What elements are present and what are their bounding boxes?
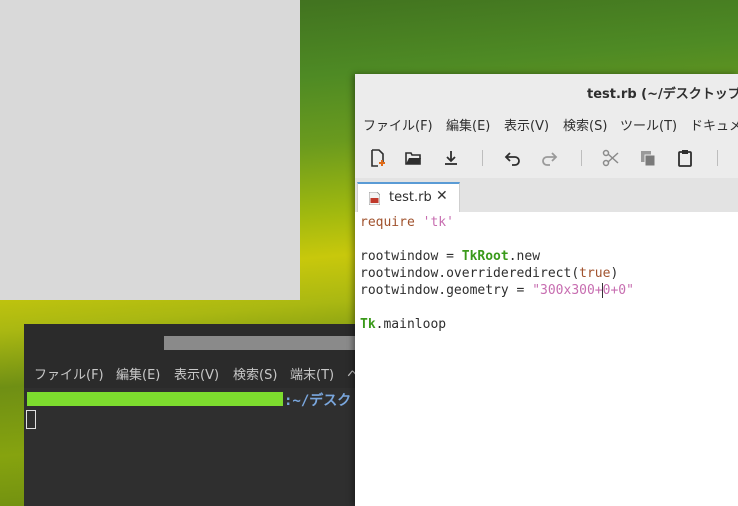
code-boolean: true (579, 266, 611, 281)
download-save-icon (445, 151, 457, 165)
code-string: 'tk' (422, 215, 454, 230)
editor-tabbar: test.rb ✕ (355, 178, 738, 213)
undo-icon (504, 152, 520, 166)
editor-title: test.rb (~/デスクトップ/l (587, 87, 738, 102)
terminal-menubar: ファイル(F) 編集(E) 表示(V) 検索(S) 端末(T) ヘ (24, 358, 364, 388)
prompt-user-host-redacted (27, 392, 283, 406)
code-string: "300x300+ (532, 283, 603, 298)
terminal-menu-search[interactable]: 検索(S) (233, 364, 277, 383)
editor-titlebar[interactable]: test.rb (~/デスクトップ/l (355, 74, 738, 108)
terminal-window[interactable]: ファイル(F) 編集(E) 表示(V) 検索(S) 端末(T) ヘ :~/デスク (24, 324, 364, 506)
terminal-menu-file[interactable]: ファイル(F) (34, 364, 104, 383)
terminal-body[interactable]: :~/デスク (24, 388, 364, 506)
tk-root-window[interactable] (0, 0, 300, 300)
code-string: 0+0" (602, 283, 634, 298)
terminal-menu-terminal[interactable]: 端末(T) (290, 364, 334, 383)
terminal-menu-view[interactable]: 表示(V) (174, 364, 219, 383)
terminal-titlebar[interactable] (24, 324, 364, 358)
ruby-file-icon (369, 192, 380, 205)
code-line-5: rootwindow.geometry = "300x300+0+0" (360, 282, 634, 299)
code-text: rootwindow.overrideredirect( (360, 266, 580, 281)
copy-icon (641, 151, 656, 167)
tab-label: test.rb (389, 190, 432, 205)
terminal-cursor (26, 410, 36, 429)
text-editor-window[interactable]: test.rb (~/デスクトップ/l ファイル(F) 編集(E) 表示(V) … (355, 74, 738, 506)
code-editor-area[interactable]: require 'tk' rootwindow = TkRoot.new roo… (355, 212, 738, 506)
prompt-path: :~/デスク (284, 393, 352, 409)
tab-test-rb[interactable]: test.rb ✕ (357, 182, 460, 212)
cut-button[interactable] (601, 148, 621, 168)
code-text: .mainloop (375, 317, 447, 332)
code-line-1: require 'tk' (360, 214, 454, 231)
open-folder-icon (405, 152, 421, 165)
editor-menu-search[interactable]: 検索(S) (563, 115, 607, 134)
scissors-icon (602, 149, 619, 167)
toolbar-separator (717, 150, 718, 166)
redo-icon (542, 152, 558, 166)
clipboard-paste-icon (678, 150, 692, 167)
new-document-button[interactable] (367, 148, 387, 168)
code-text: .new (508, 249, 541, 264)
editor-menubar: ファイル(F) 編集(E) 表示(V) 検索(S) ツール(T) ドキュメ (355, 108, 738, 138)
editor-toolbar (355, 138, 738, 178)
code-text: rootwindow = (360, 249, 462, 264)
undo-button[interactable] (503, 148, 523, 168)
editor-menu-documents[interactable]: ドキュメ (690, 115, 738, 134)
toolbar-separator (482, 150, 483, 166)
new-document-icon (371, 149, 385, 167)
terminal-menu-edit[interactable]: 編集(E) (116, 364, 160, 383)
editor-menu-file[interactable]: ファイル(F) (363, 115, 433, 134)
code-text: ) (610, 266, 619, 281)
editor-menu-edit[interactable]: 編集(E) (446, 115, 490, 134)
editor-menu-tools[interactable]: ツール(T) (620, 115, 677, 134)
open-button[interactable] (403, 148, 423, 168)
redo-button[interactable] (539, 148, 559, 168)
code-line-3: rootwindow = TkRoot.new (360, 248, 540, 265)
code-keyword: require (360, 215, 415, 230)
code-line-4: rootwindow.overrideredirect(true) (360, 265, 618, 282)
toolbar-separator (581, 150, 582, 166)
close-icon[interactable]: ✕ (436, 188, 448, 204)
paste-button[interactable] (675, 148, 695, 168)
terminal-title-redacted (164, 336, 364, 350)
editor-menu-view[interactable]: 表示(V) (504, 115, 549, 134)
save-button[interactable] (441, 148, 461, 168)
code-class: TkRoot (461, 249, 509, 264)
code-text: rootwindow.geometry = (360, 283, 533, 298)
code-line-7: Tk.mainloop (360, 316, 446, 333)
copy-button[interactable] (638, 148, 658, 168)
code-class: Tk (360, 317, 376, 332)
